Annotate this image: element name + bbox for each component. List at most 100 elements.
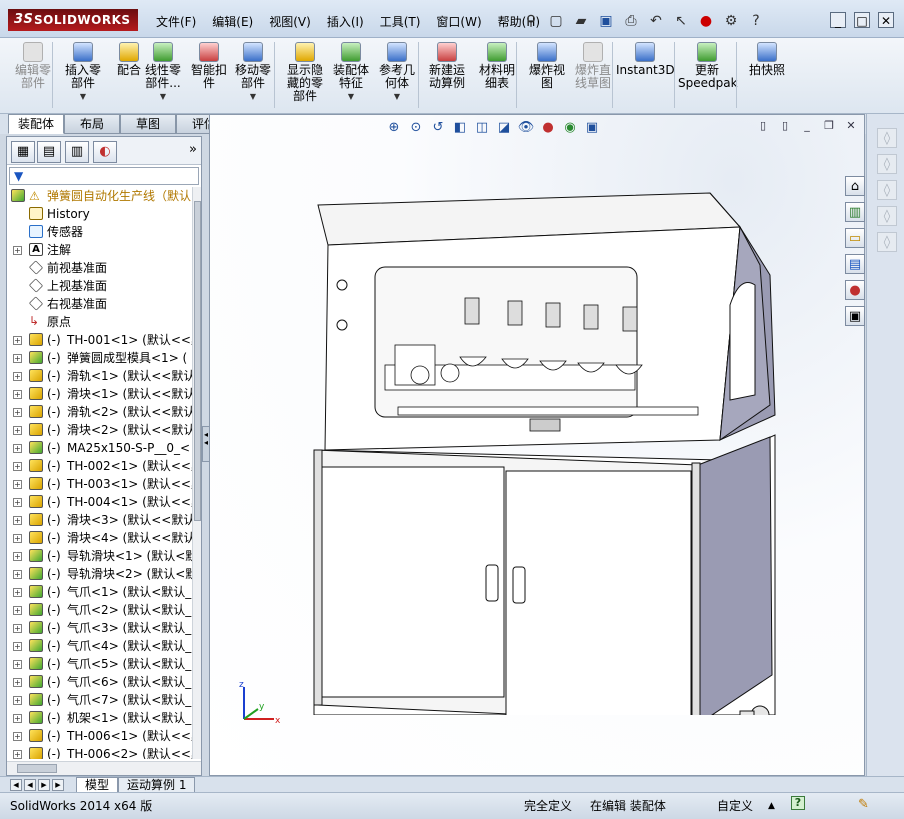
ribbon-button-4[interactable]: 智能扣 件	[184, 42, 234, 90]
dropdown-arrow-icon[interactable]: ▼	[138, 90, 188, 103]
configuration-manager-tab-icon[interactable]: ▥	[65, 141, 89, 163]
ribbon-button-3[interactable]: 线性零 部件... ▼	[138, 42, 188, 103]
design-library-icon[interactable]: ▥	[845, 202, 865, 222]
machine-3d-model[interactable]	[300, 175, 780, 715]
tree-item[interactable]: + (-) 气爪<3> (默认<默认_	[7, 619, 193, 637]
menu-item-3[interactable]: 插入(I)	[319, 12, 372, 32]
tree-item[interactable]: ↳ 原点	[7, 313, 193, 331]
tree-item[interactable]: 右视基准面	[7, 295, 193, 313]
tree-item[interactable]: + (-) 气爪<1> (默认<默认_	[7, 583, 193, 601]
expand-toggle-icon[interactable]: +	[13, 660, 22, 669]
command-tab-1[interactable]: 布局	[64, 114, 120, 134]
maximize-button[interactable]: □	[854, 12, 870, 28]
tree-item[interactable]: + (-) TH-002<1> (默认<<默	[7, 457, 193, 475]
more-tabs-chevron-icon[interactable]: »	[189, 142, 197, 157]
expand-toggle-icon[interactable]: +	[13, 480, 22, 489]
expand-toggle-icon[interactable]: +	[13, 246, 22, 255]
expand-toggle-icon[interactable]: +	[13, 624, 22, 633]
viewport-restore-icon[interactable]: ▯	[778, 119, 792, 133]
graphics-viewport[interactable]: ⊕ ⊙ ↺ ◧ ◫ ◪ 👁 ● ◉ ▣ ▯ ▯ _ ❐ ✕ z x y	[209, 114, 865, 776]
section-view-icon[interactable]: ◧	[451, 119, 469, 137]
zoom-to-area-icon[interactable]: ⊙	[407, 119, 425, 137]
minimize-button[interactable]: _	[830, 12, 846, 28]
ribbon-button-9[interactable]: 新建运 动算例	[422, 42, 472, 90]
ribbon-button-12[interactable]: 爆炸直 线草图	[568, 42, 618, 90]
quick-tips-help-button[interactable]: ?	[791, 796, 805, 810]
appearances-scenes-icon[interactable]: ●	[845, 280, 865, 300]
feature-manager-tab-icon[interactable]: ▦	[11, 141, 35, 163]
display-style-icon[interactable]: ◪	[495, 119, 513, 137]
expand-toggle-icon[interactable]: +	[13, 390, 22, 399]
ribbon-button-6[interactable]: 显示隐 藏的零 部件	[280, 42, 330, 103]
save-icon[interactable]: ▣	[595, 10, 617, 32]
file-explorer-icon[interactable]: ▭	[845, 228, 865, 248]
tree-item[interactable]: 传感器	[7, 223, 193, 241]
menu-item-5[interactable]: 窗口(W)	[428, 12, 489, 32]
units-selector[interactable]: 自定义	[717, 797, 753, 815]
hide-show-items-icon[interactable]: 👁	[517, 119, 535, 137]
dropdown-arrow-icon[interactable]: ▼	[326, 90, 376, 103]
tree-item[interactable]: + (-) TH-004<1> (默认<<默	[7, 493, 193, 511]
viewport-close-icon[interactable]: ✕	[844, 119, 858, 133]
expand-toggle-icon[interactable]: +	[13, 750, 22, 759]
open-folder-icon[interactable]: ▰	[570, 10, 592, 32]
expand-toggle-icon[interactable]: +	[13, 372, 22, 381]
ribbon-button-0[interactable]: 编辑零 部件	[8, 42, 58, 90]
tree-item[interactable]: 上视基准面	[7, 277, 193, 295]
menu-item-0[interactable]: 文件(F)	[148, 12, 204, 32]
view-orientation-icon[interactable]: ◫	[473, 119, 491, 137]
tree-item[interactable]: + (-) 滑块<2> (默认<<默认	[7, 421, 193, 439]
expand-toggle-icon[interactable]: +	[13, 354, 22, 363]
print-icon[interactable]: ⎙	[620, 10, 642, 32]
zoom-to-fit-icon[interactable]: ⊕	[385, 119, 403, 137]
tree-item[interactable]: + (-) 滑轨<2> (默认<<默认	[7, 403, 193, 421]
ribbon-button-11[interactable]: 爆炸视 图	[522, 42, 572, 90]
expand-toggle-icon[interactable]: +	[13, 534, 22, 543]
tree-item[interactable]: + (-) TH-006<1> (默认<<默	[7, 727, 193, 745]
tree-filter-box[interactable]: ▼	[9, 167, 199, 185]
ribbon-button-10[interactable]: 材料明 细表	[472, 42, 522, 90]
previous-view-icon[interactable]: ↺	[429, 119, 447, 137]
ribbon-button-7[interactable]: 装配体 特征 ▼	[326, 42, 376, 103]
tree-item[interactable]: + (-) TH-001<1> (默认<<默	[7, 331, 193, 349]
ribbon-button-1[interactable]: 插入零 部件 ▼	[58, 42, 108, 103]
options-gear-icon[interactable]: ⚙	[720, 10, 742, 32]
view-palette-panel-icon[interactable]: ▤	[845, 254, 865, 274]
expand-toggle-icon[interactable]: +	[13, 678, 22, 687]
tree-item[interactable]: + (-) 气爪<2> (默认<默认_	[7, 601, 193, 619]
dropdown-arrow-icon[interactable]: ▼	[58, 90, 108, 103]
undo-icon[interactable]: ↶	[645, 10, 667, 32]
last-tab-arrow-icon[interactable]: ▶	[52, 779, 64, 791]
expand-toggle-icon[interactable]: +	[13, 408, 22, 417]
solidworks-logo[interactable]: 3S SOLIDWORKS	[8, 9, 138, 31]
traffic-light-icon[interactable]: ●	[695, 10, 717, 32]
bottom-tab-0[interactable]: 模型	[76, 777, 119, 793]
expand-toggle-icon[interactable]: +	[13, 696, 22, 705]
rebuild-status-icon[interactable]: ✎	[858, 797, 869, 812]
tree-horizontal-scrollbar[interactable]	[7, 761, 201, 775]
expand-toggle-icon[interactable]: +	[13, 570, 22, 579]
expand-toggle-icon[interactable]: +	[13, 444, 22, 453]
expand-toggle-icon[interactable]: +	[13, 732, 22, 741]
dropdown-arrow-icon[interactable]: ▼	[228, 90, 278, 103]
tree-item[interactable]: + (-) TH-006<2> (默认<<默	[7, 745, 193, 759]
tree-vertical-scrollbar[interactable]	[192, 187, 201, 759]
tree-item[interactable]: + (-) 气爪<7> (默认<默认_	[7, 691, 193, 709]
custom-properties-icon[interactable]: ▣	[845, 306, 865, 326]
decal-icon[interactable]: ◊	[877, 206, 897, 226]
tree-item[interactable]: + (-) 弹簧圆成型模具<1> (	[7, 349, 193, 367]
expand-toggle-icon[interactable]: +	[13, 606, 22, 615]
menu-item-4[interactable]: 工具(T)	[372, 12, 429, 32]
display-manager-tab-icon[interactable]: ◐	[93, 141, 117, 163]
first-tab-arrow-icon[interactable]: ◀	[10, 779, 22, 791]
tree-item[interactable]: + (-) 滑块<4> (默认<<默认	[7, 529, 193, 547]
tree-item[interactable]: + (-) 气爪<4> (默认<默认_	[7, 637, 193, 655]
expand-toggle-icon[interactable]: +	[13, 498, 22, 507]
new-document-icon[interactable]: ▢	[545, 10, 567, 32]
expand-toggle-icon[interactable]: +	[13, 642, 22, 651]
apply-scene-icon[interactable]: ◉	[561, 119, 579, 137]
scene-icon[interactable]: ◊	[877, 180, 897, 200]
menu-item-2[interactable]: 视图(V)	[261, 12, 319, 32]
command-tab-0[interactable]: 装配体	[8, 114, 64, 134]
tree-item[interactable]: + (-) 滑轨<1> (默认<<默认	[7, 367, 193, 385]
